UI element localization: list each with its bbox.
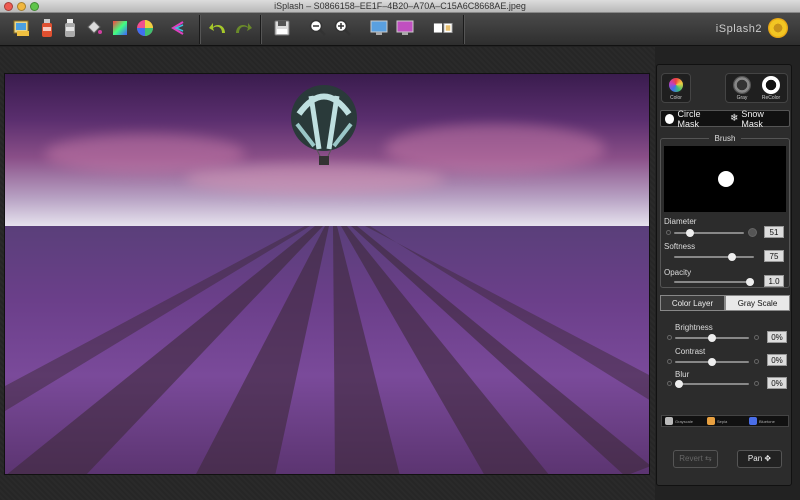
color-mode-button[interactable]: Color	[664, 76, 688, 101]
brightness-value[interactable]: 0%	[767, 331, 787, 343]
color-wheel-icon[interactable]	[135, 18, 155, 38]
snow-mask-option[interactable]: ❄ Snow Mask	[726, 109, 789, 129]
recolor-dial-icon	[762, 76, 780, 94]
brand-name: iSplash2	[715, 23, 762, 35]
photo-canvas[interactable]	[4, 73, 650, 475]
save-icon[interactable]	[272, 18, 292, 38]
sepia-swatch-icon	[707, 417, 715, 425]
mask-selector: Circle Mask ❄ Snow Mask	[660, 109, 790, 129]
undo-icon[interactable]	[208, 18, 228, 38]
monitor-icon[interactable]	[369, 18, 389, 38]
toolbar-separator	[199, 15, 200, 44]
paint-bucket-icon[interactable]	[84, 18, 104, 38]
brightness-slider[interactable]	[675, 334, 749, 342]
gradient-square-icon[interactable]	[110, 18, 130, 38]
filter-presets: Grayscale Sepia Bluetone	[661, 415, 789, 427]
filter-bluetone[interactable]: Bluetone	[746, 417, 788, 425]
pan-button[interactable]: Pan ✥	[737, 450, 782, 468]
compare-view-icon[interactable]	[433, 18, 453, 38]
diameter-value[interactable]: 51	[764, 226, 784, 238]
sunflower-logo-icon	[768, 18, 788, 38]
opacity-label: Opacity	[664, 268, 692, 277]
revert-icon: ⇆	[705, 454, 712, 463]
brush-preview	[664, 146, 786, 212]
canvas-area	[0, 47, 655, 500]
brush-settings: Brush Diameter 51 Softness 75 Opacity 1.…	[660, 134, 790, 288]
hot-air-balloon	[289, 84, 359, 168]
blur-slider[interactable]	[675, 380, 749, 388]
window-title: iSplash – S0866158–EE1F–4B20–A70A–C15A6C…	[274, 1, 526, 11]
snowflake-icon: ❄	[730, 113, 739, 124]
contrast-label: Contrast	[675, 347, 706, 356]
contrast-slider[interactable]	[675, 358, 749, 366]
open-image-icon[interactable]	[12, 18, 32, 38]
toolbar-separator	[260, 15, 261, 44]
side-panel: Color Gray ReColor Circle Mask ❄ Snow Ma…	[656, 64, 792, 486]
softness-slider[interactable]	[674, 253, 754, 261]
diameter-label: Diameter	[664, 217, 697, 226]
filter-grayscale[interactable]: Grayscale	[662, 417, 704, 425]
opacity-slider[interactable]	[674, 278, 754, 286]
pan-arrows-icon: ✥	[764, 454, 772, 463]
opacity-value[interactable]: 1.0	[764, 275, 784, 287]
opacity-slider-knob[interactable]	[746, 278, 754, 286]
circle-mask-option[interactable]: Circle Mask	[661, 109, 726, 129]
toolbar: iSplash2	[0, 13, 800, 46]
color-layer-tab[interactable]: Color Layer	[660, 295, 725, 311]
title-bar: iSplash – S0866158–EE1F–4B20–A70A–C15A6C…	[0, 0, 800, 13]
bluetone-swatch-icon	[749, 417, 757, 425]
blur-value[interactable]: 0%	[767, 377, 787, 389]
red-bottle-icon[interactable]	[37, 18, 57, 38]
gray-dial-icon	[733, 76, 751, 94]
share-icon[interactable]	[168, 18, 188, 38]
softness-slider-knob[interactable]	[728, 253, 736, 261]
zoom-in-icon[interactable]	[333, 18, 353, 38]
brightness-slider-knob[interactable]	[708, 334, 716, 342]
redo-icon[interactable]	[233, 18, 253, 38]
gray-mode-button[interactable]: Gray	[730, 76, 754, 101]
contrast-slider-knob[interactable]	[708, 358, 716, 366]
gray-bottle-icon[interactable]	[60, 18, 80, 38]
brush-title: Brush	[708, 134, 742, 143]
gray-scale-tab[interactable]: Gray Scale	[725, 295, 790, 311]
filter-sepia[interactable]: Sepia	[704, 417, 746, 425]
diameter-slider[interactable]	[674, 229, 744, 237]
blur-label: Blur	[675, 370, 690, 379]
softness-label: Softness	[664, 242, 696, 251]
brush-dot	[718, 171, 734, 187]
diameter-slider-knob[interactable]	[686, 229, 695, 237]
zoom-out-icon[interactable]	[308, 18, 328, 38]
color-wheel-icon	[667, 76, 685, 94]
color-mode-group: Color	[661, 73, 691, 103]
layer-toggle: Color Layer Gray Scale	[660, 295, 790, 311]
toolbar-separator	[463, 15, 464, 44]
monitor-color-icon[interactable]	[395, 18, 415, 38]
gray-recolor-group: Gray ReColor	[725, 73, 788, 103]
grayscale-swatch-icon	[665, 417, 673, 425]
circle-icon	[665, 113, 675, 124]
photo-lavender-field	[5, 226, 649, 474]
blur-slider-knob[interactable]	[675, 380, 683, 388]
revert-button[interactable]: Revert ⇆	[673, 450, 718, 468]
softness-value[interactable]: 75	[764, 250, 784, 262]
brightness-label: Brightness	[675, 323, 713, 332]
contrast-value[interactable]: 0%	[767, 354, 787, 366]
recolor-mode-button[interactable]: ReColor	[759, 76, 783, 101]
